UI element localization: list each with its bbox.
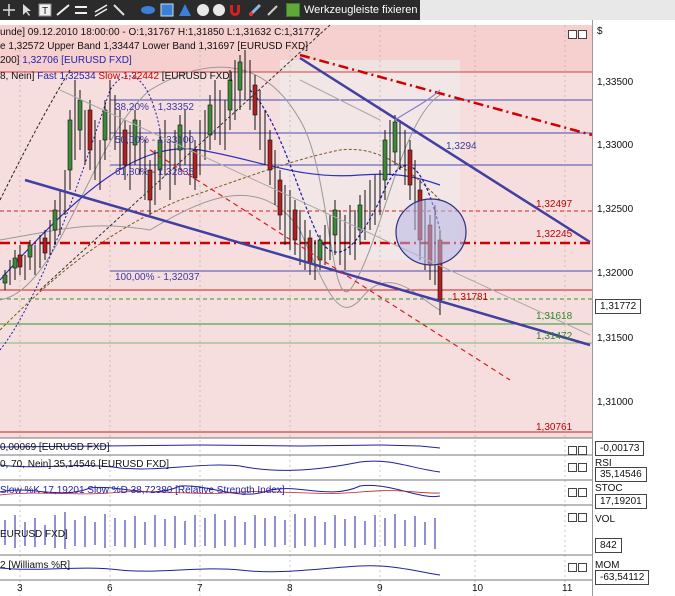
fib-icon[interactable]: [112, 3, 126, 17]
vol-window-buttons[interactable]: [567, 509, 591, 522]
price-tick: 1,33000: [597, 140, 634, 151]
fastslow-header: 8, Nein] Fast 1,32534 Slow 1,32442 [EURU…: [0, 71, 232, 83]
cursor-icon[interactable]: [20, 3, 34, 17]
price-tick: 1,31000: [597, 397, 634, 408]
restore-icon[interactable]: [568, 563, 577, 572]
rsi-header: 0, 70, Nein] 35,14546 [EURUSD FXD]: [0, 459, 169, 470]
restore-icon[interactable]: [568, 463, 577, 472]
level-label: 1,3294: [446, 141, 477, 152]
paint-icon[interactable]: [248, 3, 262, 17]
vol-header: EURUSD FXD]: [0, 529, 68, 540]
slow-value: Slow 1,32442: [98, 71, 160, 82]
fib-label: 50,00% - 1,33100: [115, 135, 194, 146]
level-label: 1,30761: [536, 422, 573, 433]
vol-value-tag: 842: [595, 538, 622, 553]
brush-icon[interactable]: [266, 3, 280, 17]
text-icon[interactable]: T: [38, 3, 52, 17]
macd-window-buttons[interactable]: [567, 442, 591, 455]
restore-icon[interactable]: [568, 30, 577, 39]
price-axis[interactable]: $ 1,33500 1,33000 1,32500 1,32000 1,3150…: [592, 20, 675, 596]
channel-icon[interactable]: [94, 3, 108, 17]
fast-value: Fast 1,32534: [37, 71, 96, 82]
macd-header: 0,00069 [EURUSD FXD]: [0, 442, 110, 453]
ellipse-icon[interactable]: [140, 3, 155, 17]
x-tick: 10: [472, 583, 484, 594]
stoch-header: Slow %K 17,19201 Slow %D 38,72380 [Relat…: [0, 485, 285, 497]
fib-label: 38,20% - 1,33352: [115, 102, 194, 113]
stoch-label: STOC: [595, 483, 623, 494]
ma-header-value: 1,32706 [EURUSD FXD]: [22, 55, 132, 66]
svg-text:T: T: [42, 6, 48, 17]
x-tick: 7: [197, 583, 203, 594]
fastslow-suffix: [EURUSD FXD]: [159, 71, 233, 82]
close-icon[interactable]: [578, 446, 587, 455]
x-tick: 9: [377, 583, 383, 594]
ohlc-header: unde] 09.12.2010 18:00:00 - O:1,31767 H:…: [0, 27, 321, 38]
ma-header: 200] 1,32706 [EURUSD FXD]: [0, 55, 132, 67]
x-tick: 8: [287, 583, 293, 594]
hline-icon[interactable]: [74, 3, 88, 17]
close-icon[interactable]: [578, 488, 587, 497]
price-chart[interactable]: [0, 20, 592, 596]
currency-symbol: $: [597, 26, 603, 37]
mom-header: 2 [Williams %R]: [0, 560, 71, 571]
move-icon[interactable]: [2, 3, 16, 17]
ma-header-prefix: 200]: [0, 55, 23, 66]
price-tick: 1,33500: [597, 77, 634, 88]
level-label: 1,31618: [536, 311, 573, 322]
triangle-icon[interactable]: [178, 3, 192, 17]
x-tick: 6: [107, 583, 113, 594]
vol-label: VOL: [595, 514, 616, 525]
stoch-window-buttons[interactable]: [567, 484, 591, 497]
toolbar-empty-area: [420, 0, 675, 20]
fastslow-prefix: 8, Nein]: [0, 71, 38, 82]
mom-value-tag: -63,54112: [595, 570, 650, 585]
level-label: 1,32245: [536, 229, 573, 240]
x-tick: 11: [562, 583, 573, 594]
price-tick: 1,31500: [597, 333, 634, 344]
rsi-value-tag: 35,14546: [595, 467, 647, 482]
circle-icon[interactable]: [196, 3, 210, 17]
level-label: 1,32497: [536, 199, 573, 210]
close-icon[interactable]: [578, 513, 587, 522]
main-window-buttons[interactable]: [567, 26, 591, 39]
macd-value-tag: -0,00173: [595, 441, 645, 456]
rsi-window-buttons[interactable]: [567, 459, 591, 472]
current-price-tag: 1,31772: [595, 299, 642, 314]
circle-icon[interactable]: [212, 3, 226, 17]
fib-label: 100,00% - 1,32037: [115, 272, 200, 283]
level-label: 1,31781: [452, 292, 489, 303]
bollinger-header: e 1,32572 Upper Band 1,33447 Lower Band …: [0, 41, 308, 52]
drawing-toolbar: T Werkzeugleiste fixieren: [0, 0, 420, 20]
level-label: 1,31472: [536, 331, 573, 342]
close-icon[interactable]: [578, 463, 587, 472]
stoch-header-text: Slow %K 17,19201 Slow %D 38,72380 [Relat…: [0, 485, 285, 496]
mom-window-buttons[interactable]: [567, 559, 591, 572]
rectangle-icon[interactable]: [160, 3, 174, 17]
stoch-value-tag: 17,19201: [595, 494, 647, 509]
restore-icon[interactable]: [568, 446, 577, 455]
restore-icon[interactable]: [568, 488, 577, 497]
magnet-icon[interactable]: [228, 3, 242, 17]
checkbox-icon: [286, 3, 300, 17]
fix-toolbar-label: Werkzeugleiste fixieren: [304, 4, 418, 16]
trendline-icon[interactable]: [56, 3, 70, 17]
fib-label: 61,80% - 1,32835: [115, 167, 194, 178]
x-tick: 3: [17, 583, 23, 594]
close-icon[interactable]: [578, 30, 587, 39]
price-tick: 1,32000: [597, 268, 634, 279]
restore-icon[interactable]: [568, 513, 577, 522]
close-icon[interactable]: [578, 563, 587, 572]
fix-toolbar-toggle[interactable]: Werkzeugleiste fixieren: [286, 2, 418, 18]
price-tick: 1,32500: [597, 204, 634, 215]
